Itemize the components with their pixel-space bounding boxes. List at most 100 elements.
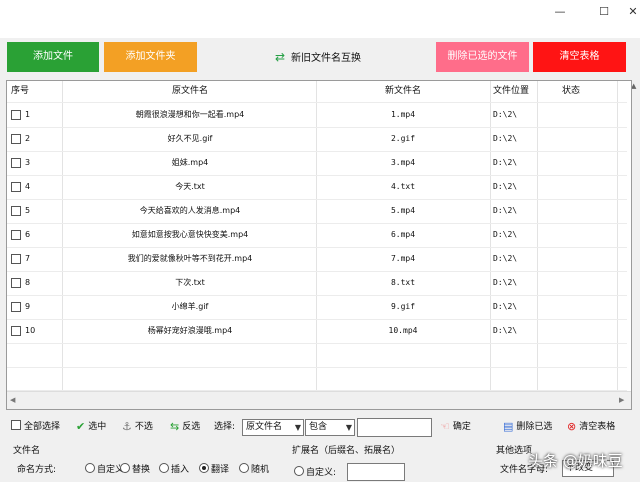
row-location: D:\2\ (493, 110, 518, 119)
row-original-name: 如意如意按我心意快快变美.mp4 (131, 230, 249, 239)
extension-panel: 扩展名（后缀名、拓展名） 自定义: (290, 441, 480, 482)
select-button[interactable]: ✔ 选中 (76, 419, 106, 435)
field-dropdown[interactable]: 原文件名 ▼ (242, 419, 304, 436)
close-icon[interactable]: ✕ (626, 0, 640, 26)
select-all-label: 全部选择 (24, 422, 61, 432)
extension-custom-input[interactable] (347, 463, 405, 481)
select-all-checkbox[interactable]: 全部选择 (11, 419, 60, 435)
row-location: D:\2\ (493, 278, 518, 287)
row-checkbox[interactable] (11, 134, 21, 144)
anchor-icon: ⚓ (122, 420, 132, 433)
table-row[interactable]: 4 今天.txt 4.txt D:\2\ (7, 175, 627, 199)
header-original-name[interactable]: 原文件名 (64, 81, 316, 103)
filename-panel: 文件名 命名方式: 自定义 替换 插入 翻译 随机 (13, 441, 283, 482)
choose-label: 选择: (214, 422, 236, 432)
row-checkbox[interactable] (11, 206, 21, 216)
clear-x-icon: ⊗ (567, 420, 577, 433)
row-original-name: 我们的爱就像秋叶等不到花开.mp4 (127, 254, 253, 263)
table-row[interactable]: 10 杨幂好宠好浪漫哦.mp4 10.mp4 D:\2\ (7, 319, 627, 343)
extension-panel-title: 扩展名（后缀名、拓展名） (292, 446, 401, 456)
add-folder-button[interactable]: 添加文件夹 (104, 42, 197, 72)
radio-icon (159, 463, 169, 473)
row-location: D:\2\ (493, 254, 518, 263)
table-row[interactable]: 3 姐妹.mp4 3.mp4 D:\2\ (7, 151, 627, 175)
row-index: 10 (25, 326, 36, 335)
clear-table-button[interactable]: 清空表格 (533, 42, 626, 72)
chevron-down-icon: ▼ (345, 423, 352, 432)
row-index: 1 (25, 110, 31, 119)
horizontal-scrollbar[interactable]: ◀ ▶ (7, 391, 631, 409)
field-dropdown-value: 原文件名 (246, 422, 283, 432)
delete-selected-label: 删除已选 (516, 422, 553, 432)
row-divider (7, 343, 627, 344)
swap-names-label: 新旧文件名互换 (291, 53, 362, 64)
naming-option-insert[interactable]: 插入 (159, 462, 189, 475)
naming-option-label: 替换 (132, 465, 151, 475)
row-checkbox[interactable] (11, 278, 21, 288)
row-location: D:\2\ (493, 302, 518, 311)
naming-option-label: 插入 (171, 465, 190, 475)
match-dropdown[interactable]: 包含 ▼ (305, 419, 355, 436)
naming-option-replace[interactable]: 替换 (120, 462, 150, 475)
row-checkbox[interactable] (11, 158, 21, 168)
radio-icon (85, 463, 95, 473)
naming-option-custom[interactable]: 自定义 (85, 462, 124, 475)
naming-option-label: 随机 (251, 465, 270, 475)
row-checkbox[interactable] (11, 182, 21, 192)
delete-selected-files-button[interactable]: 删除已选的文件 (436, 42, 529, 72)
row-index: 2 (25, 134, 31, 143)
minimize-icon[interactable]: — (538, 0, 582, 26)
extension-custom-option[interactable]: 自定义: (294, 465, 336, 478)
add-file-button[interactable]: 添加文件 (7, 42, 99, 72)
delete-list-icon: ▤ (503, 420, 514, 433)
row-location: D:\2\ (493, 182, 518, 191)
maximize-icon[interactable]: ☐ (582, 0, 626, 26)
row-new-name: 2.gif (390, 134, 416, 143)
scroll-left-icon[interactable]: ◀ (10, 396, 15, 404)
filter-input[interactable] (357, 418, 432, 437)
invert-selection-button[interactable]: ⇆ 反选 (170, 419, 200, 435)
row-original-name: 小绵羊.gif (171, 302, 209, 311)
file-table: 序号 原文件名 新文件名 文件位置 状态 1 朝霞很浪漫想和你一起看.mp4 1… (6, 80, 632, 410)
confirm-button[interactable]: ☜ 确定 (440, 419, 471, 435)
row-original-name: 姐妹.mp4 (171, 158, 209, 167)
radio-icon (294, 466, 304, 476)
row-checkbox[interactable] (11, 302, 21, 312)
header-status[interactable]: 状态 (562, 81, 580, 103)
header-location[interactable]: 文件位置 (493, 81, 529, 103)
row-checkbox[interactable] (11, 326, 21, 336)
row-checkbox[interactable] (11, 110, 21, 120)
select-label: 选中 (88, 422, 107, 432)
naming-option-translate[interactable]: 翻译 (199, 462, 229, 475)
table-row[interactable]: 2 好久不见.gif 2.gif D:\2\ (7, 127, 627, 151)
table-row[interactable]: 9 小绵羊.gif 9.gif D:\2\ (7, 295, 627, 319)
row-original-name: 杨幂好宠好浪漫哦.mp4 (147, 326, 233, 335)
header-index[interactable]: 序号 (11, 81, 29, 103)
row-new-name: 5.mp4 (390, 206, 416, 215)
scroll-up-arrow-icon[interactable]: ▲ (631, 82, 640, 92)
table-row[interactable]: 6 如意如意按我心意快快变美.mp4 6.mp4 D:\2\ (7, 223, 627, 247)
table-row[interactable]: 8 下次.txt 8.txt D:\2\ (7, 271, 627, 295)
swap-names-button[interactable]: ⇄ 新旧文件名互换 (268, 42, 368, 72)
row-original-name: 朝霞很浪漫想和你一起看.mp4 (135, 110, 245, 119)
hand-icon: ☜ (440, 420, 450, 433)
scroll-right-icon[interactable]: ▶ (619, 396, 624, 404)
delete-selected-button[interactable]: ▤ 删除已选 (503, 419, 552, 435)
row-location: D:\2\ (493, 158, 518, 167)
row-location: D:\2\ (493, 206, 518, 215)
row-new-name: 9.gif (390, 302, 416, 311)
watermark: 头条 @奶味豆 (528, 452, 623, 470)
table-row[interactable]: 5 今天给喜欢的人发消息.mp4 5.mp4 D:\2\ (7, 199, 627, 223)
deselect-button[interactable]: ⚓ 不选 (122, 419, 153, 435)
table-row[interactable]: 1 朝霞很浪漫想和你一起看.mp4 1.mp4 D:\2\ (7, 103, 627, 127)
row-checkbox[interactable] (11, 230, 21, 240)
header-new-name[interactable]: 新文件名 (316, 81, 490, 103)
naming-option-random[interactable]: 随机 (239, 462, 269, 475)
clear-table-small-button[interactable]: ⊗ 清空表格 (567, 419, 615, 435)
row-divider (7, 367, 627, 368)
row-new-name: 10.mp4 (388, 326, 418, 335)
row-checkbox[interactable] (11, 254, 21, 264)
invert-label: 反选 (182, 422, 201, 432)
row-new-name: 3.mp4 (390, 158, 416, 167)
table-row[interactable]: 7 我们的爱就像秋叶等不到花开.mp4 7.mp4 D:\2\ (7, 247, 627, 271)
